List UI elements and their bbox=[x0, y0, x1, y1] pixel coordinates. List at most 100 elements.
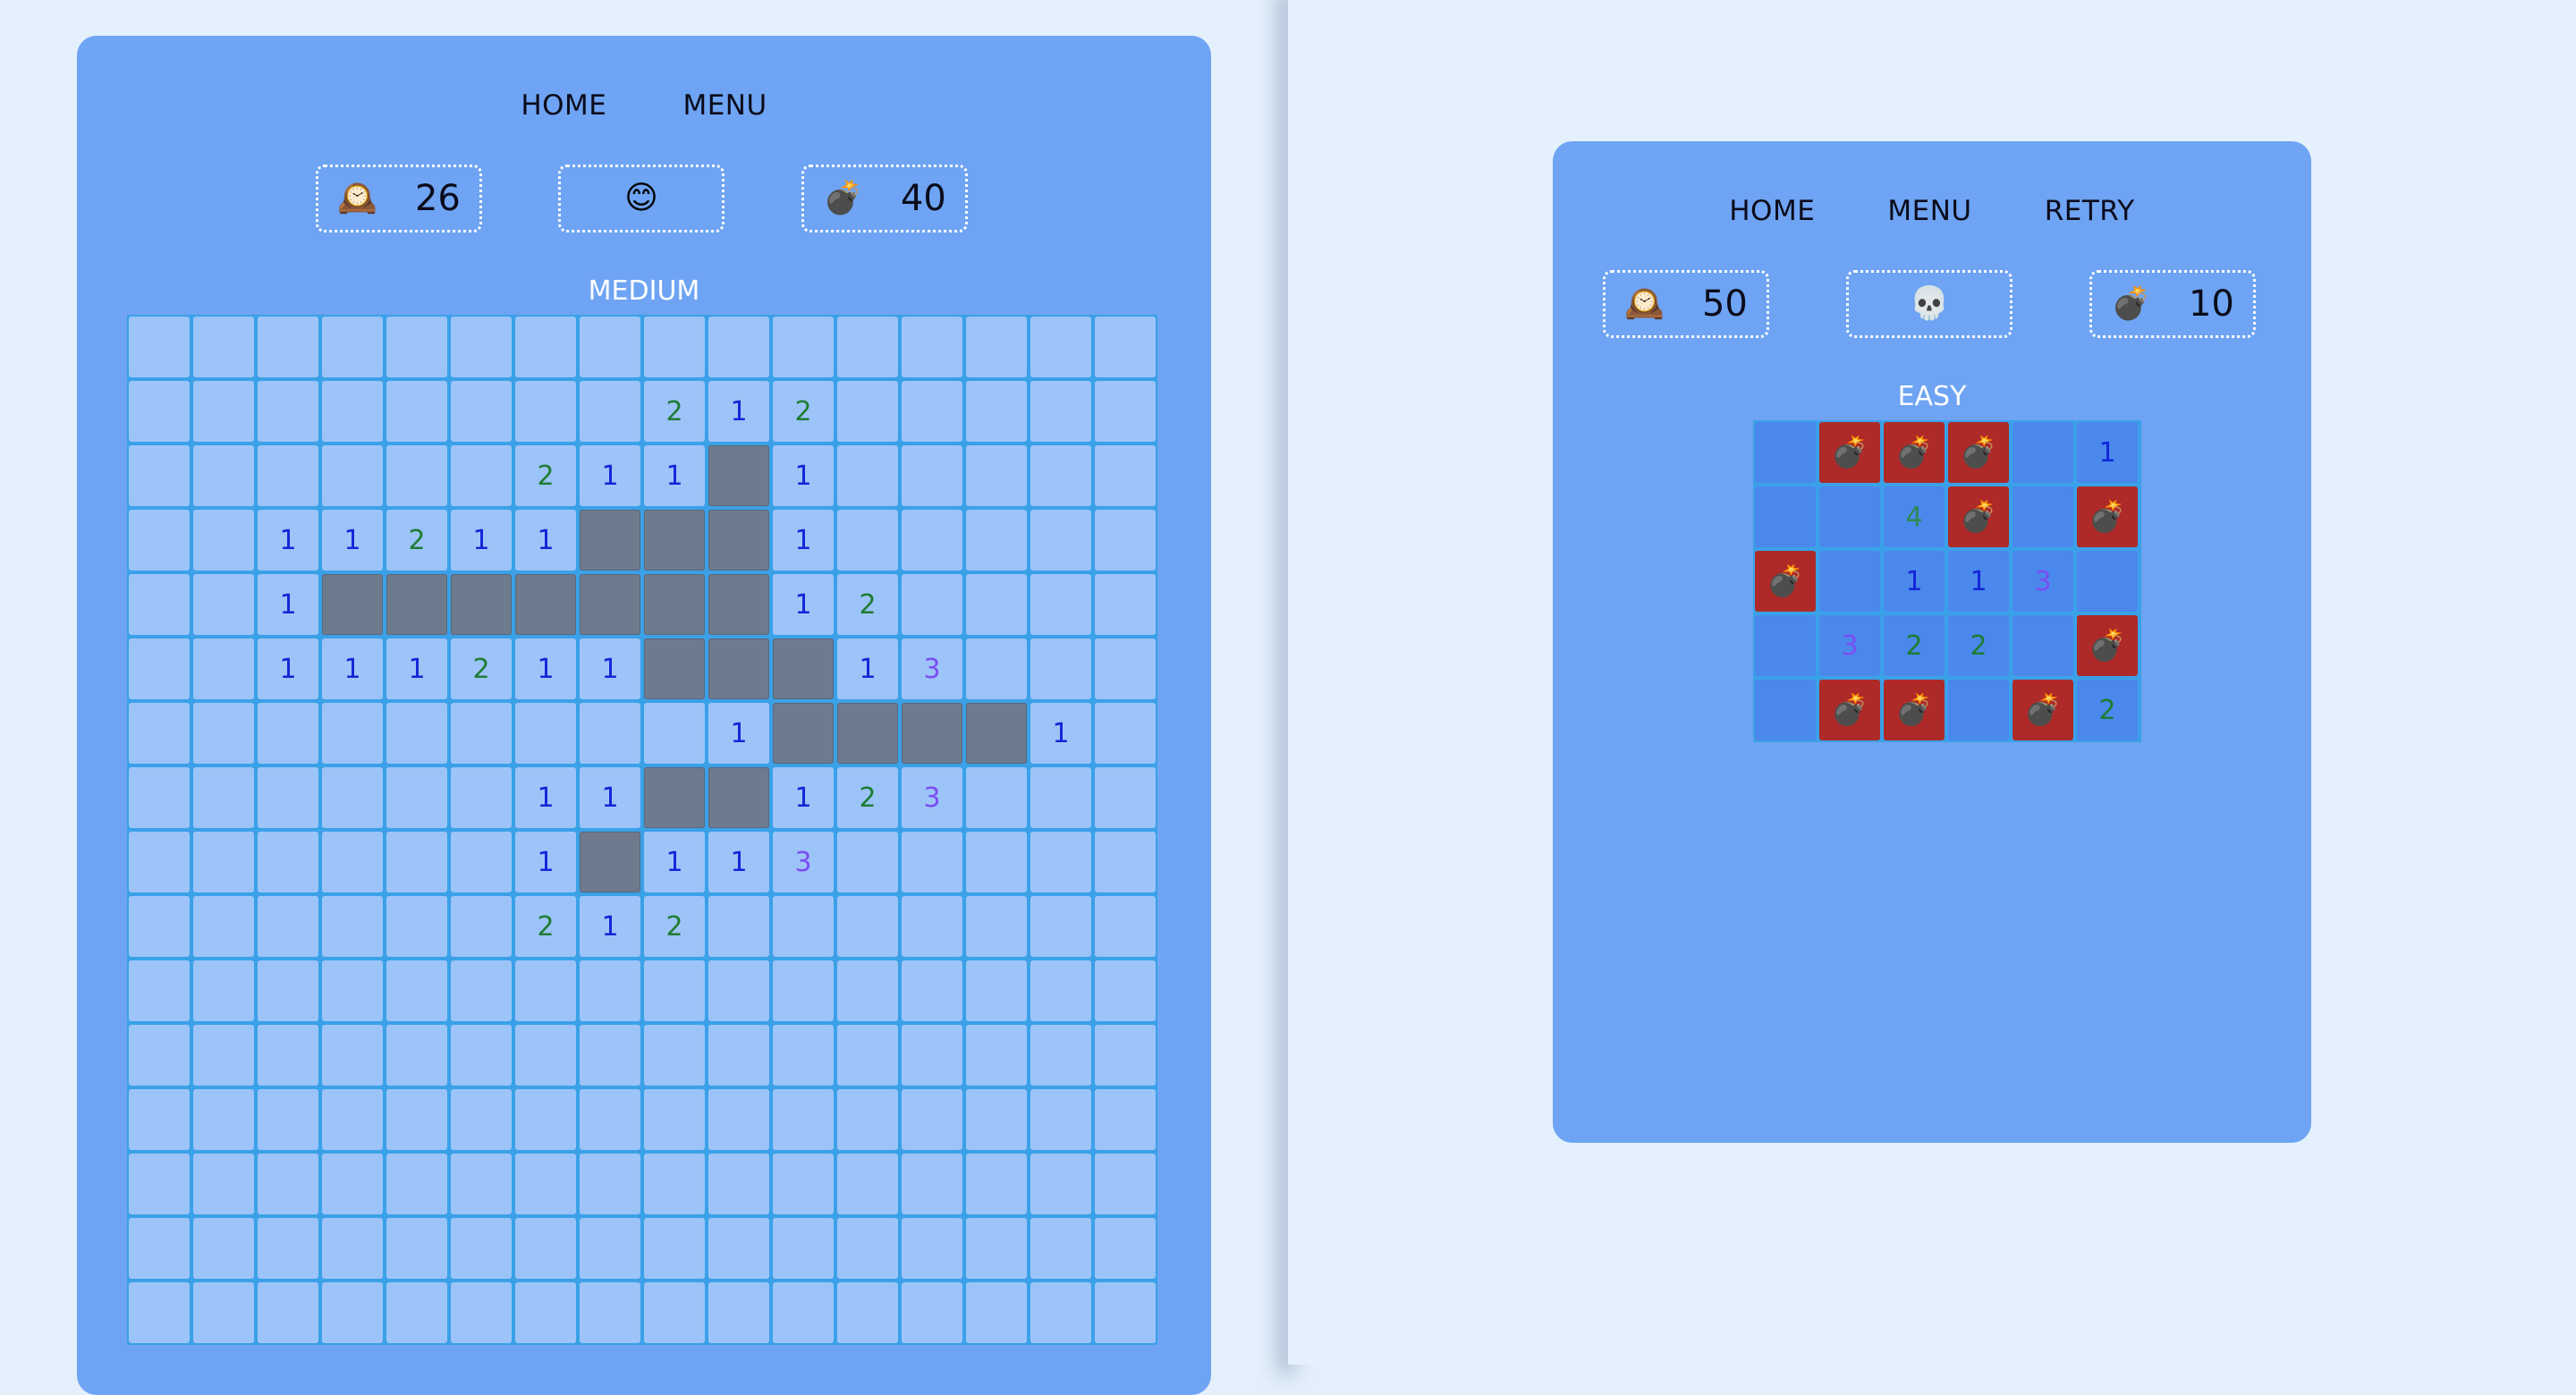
unrevealed-cell[interactable] bbox=[837, 317, 898, 377]
number-cell[interactable]: 1 bbox=[708, 381, 769, 442]
number-cell[interactable]: 1 bbox=[1948, 551, 2009, 612]
unrevealed-cell[interactable] bbox=[837, 1282, 898, 1343]
unrevealed-cell[interactable] bbox=[386, 1025, 447, 1086]
unrevealed-cell[interactable] bbox=[451, 767, 512, 828]
unrevealed-cell[interactable] bbox=[451, 1218, 512, 1279]
unrevealed-cell[interactable] bbox=[258, 317, 318, 377]
number-cell[interactable]: 1 bbox=[322, 638, 383, 699]
unrevealed-cell[interactable] bbox=[258, 1025, 318, 1086]
unrevealed-cell[interactable] bbox=[1755, 422, 1816, 483]
unrevealed-cell[interactable] bbox=[451, 703, 512, 764]
unrevealed-cell[interactable] bbox=[386, 445, 447, 506]
number-cell[interactable]: 1 bbox=[708, 703, 769, 764]
unrevealed-cell[interactable] bbox=[386, 317, 447, 377]
unrevealed-cell[interactable] bbox=[1095, 638, 1156, 699]
unrevealed-cell[interactable] bbox=[1095, 703, 1156, 764]
unrevealed-cell[interactable] bbox=[773, 1282, 834, 1343]
number-cell[interactable]: 1 bbox=[773, 574, 834, 635]
unrevealed-cell[interactable] bbox=[1030, 1154, 1091, 1214]
unrevealed-cell[interactable] bbox=[322, 1025, 383, 1086]
number-cell[interactable]: 2 bbox=[644, 896, 705, 957]
number-cell[interactable]: 3 bbox=[1819, 615, 1880, 676]
unrevealed-cell[interactable] bbox=[193, 317, 254, 377]
empty-revealed-cell[interactable] bbox=[708, 767, 769, 828]
unrevealed-cell[interactable] bbox=[258, 767, 318, 828]
unrevealed-cell[interactable] bbox=[644, 1089, 705, 1150]
unrevealed-cell[interactable] bbox=[580, 1025, 640, 1086]
unrevealed-cell[interactable] bbox=[708, 960, 769, 1021]
unrevealed-cell[interactable] bbox=[451, 317, 512, 377]
number-cell[interactable]: 1 bbox=[773, 510, 834, 571]
unrevealed-cell[interactable] bbox=[837, 445, 898, 506]
number-cell[interactable]: 2 bbox=[1948, 615, 2009, 676]
unrevealed-cell[interactable] bbox=[1030, 1282, 1091, 1343]
empty-revealed-cell[interactable] bbox=[837, 703, 898, 764]
unrevealed-cell[interactable] bbox=[193, 896, 254, 957]
number-cell[interactable]: 1 bbox=[515, 832, 576, 892]
unrevealed-cell[interactable] bbox=[966, 1089, 1027, 1150]
unrevealed-cell[interactable] bbox=[1030, 960, 1091, 1021]
unrevealed-cell[interactable] bbox=[451, 960, 512, 1021]
unrevealed-cell[interactable] bbox=[708, 1154, 769, 1214]
number-cell[interactable]: 2 bbox=[451, 638, 512, 699]
unrevealed-cell[interactable] bbox=[1030, 1218, 1091, 1279]
unrevealed-cell[interactable] bbox=[451, 381, 512, 442]
unrevealed-cell[interactable] bbox=[644, 960, 705, 1021]
number-cell[interactable]: 2 bbox=[515, 445, 576, 506]
unrevealed-cell[interactable] bbox=[1030, 510, 1091, 571]
unrevealed-cell[interactable] bbox=[1095, 1089, 1156, 1150]
face-reset-button[interactable]: 😊 bbox=[558, 165, 724, 232]
unrevealed-cell[interactable] bbox=[580, 703, 640, 764]
unrevealed-cell[interactable] bbox=[515, 317, 576, 377]
unrevealed-cell[interactable] bbox=[129, 703, 190, 764]
unrevealed-cell[interactable] bbox=[837, 1218, 898, 1279]
unrevealed-cell[interactable] bbox=[837, 960, 898, 1021]
unrevealed-cell[interactable] bbox=[322, 703, 383, 764]
face-reset-button[interactable]: 💀 bbox=[1846, 270, 2012, 338]
unrevealed-cell[interactable] bbox=[966, 1154, 1027, 1214]
unrevealed-cell[interactable] bbox=[902, 1154, 962, 1214]
unrevealed-cell[interactable] bbox=[837, 510, 898, 571]
number-cell[interactable]: 4 bbox=[1884, 486, 1945, 547]
unrevealed-cell[interactable] bbox=[515, 381, 576, 442]
unrevealed-cell[interactable] bbox=[193, 445, 254, 506]
unrevealed-cell[interactable] bbox=[451, 1154, 512, 1214]
empty-revealed-cell[interactable] bbox=[708, 445, 769, 506]
unrevealed-cell[interactable] bbox=[322, 832, 383, 892]
unrevealed-cell[interactable] bbox=[966, 574, 1027, 635]
unrevealed-cell[interactable] bbox=[258, 960, 318, 1021]
unrevealed-cell[interactable] bbox=[193, 1089, 254, 1150]
number-cell[interactable]: 2 bbox=[386, 510, 447, 571]
unrevealed-cell[interactable] bbox=[129, 1282, 190, 1343]
unrevealed-cell[interactable] bbox=[515, 1218, 576, 1279]
unrevealed-cell[interactable] bbox=[258, 1154, 318, 1214]
unrevealed-cell[interactable] bbox=[258, 1089, 318, 1150]
number-cell[interactable]: 1 bbox=[1030, 703, 1091, 764]
empty-revealed-cell[interactable] bbox=[644, 574, 705, 635]
unrevealed-cell[interactable] bbox=[451, 1282, 512, 1343]
unrevealed-cell[interactable] bbox=[451, 1089, 512, 1150]
unrevealed-cell[interactable] bbox=[322, 1089, 383, 1150]
unrevealed-cell[interactable] bbox=[322, 381, 383, 442]
unrevealed-cell[interactable] bbox=[193, 638, 254, 699]
number-cell[interactable]: 1 bbox=[1884, 551, 1945, 612]
unrevealed-cell[interactable] bbox=[2012, 486, 2073, 547]
retry-button[interactable]: RETRY bbox=[2045, 195, 2135, 227]
number-cell[interactable]: 3 bbox=[773, 832, 834, 892]
empty-revealed-cell[interactable] bbox=[580, 832, 640, 892]
unrevealed-cell[interactable] bbox=[129, 381, 190, 442]
unrevealed-cell[interactable] bbox=[386, 832, 447, 892]
unrevealed-cell[interactable] bbox=[902, 896, 962, 957]
unrevealed-cell[interactable] bbox=[322, 317, 383, 377]
unrevealed-cell[interactable] bbox=[580, 1089, 640, 1150]
unrevealed-cell[interactable] bbox=[193, 1154, 254, 1214]
number-cell[interactable]: 2 bbox=[644, 381, 705, 442]
number-cell[interactable]: 1 bbox=[258, 510, 318, 571]
unrevealed-cell[interactable] bbox=[1948, 680, 2009, 740]
unrevealed-cell[interactable] bbox=[1095, 1154, 1156, 1214]
unrevealed-cell[interactable] bbox=[322, 1282, 383, 1343]
number-cell[interactable]: 3 bbox=[902, 638, 962, 699]
unrevealed-cell[interactable] bbox=[902, 1282, 962, 1343]
empty-revealed-cell[interactable] bbox=[322, 574, 383, 635]
unrevealed-cell[interactable] bbox=[258, 703, 318, 764]
